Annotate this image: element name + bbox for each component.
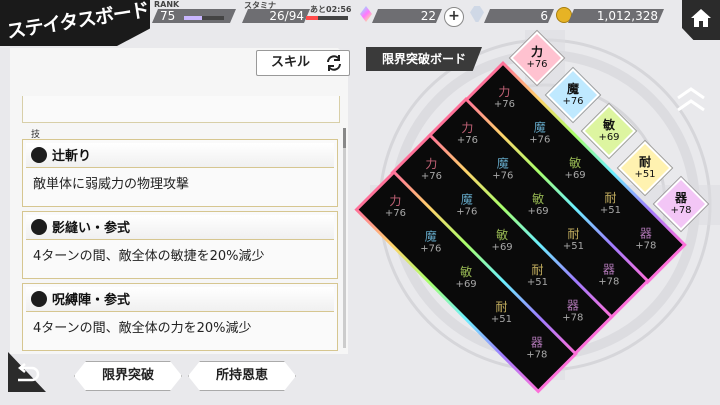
board-node-stat: 力 — [498, 85, 511, 100]
board-tile-stat: 敏 — [602, 118, 615, 132]
board-node-stat: 器 — [530, 335, 543, 350]
skill-description: 4ターンの間、敵全体の敏捷を20%減少 — [33, 249, 265, 264]
board-tile-value: +76 — [526, 59, 548, 70]
board-node-stat: 力 — [425, 157, 438, 172]
add-gems-button[interactable]: + — [444, 7, 464, 27]
board-node[interactable]: 器 +78 — [511, 324, 563, 376]
stamina-gauge — [306, 16, 348, 20]
board-tile-label: 器 +78 — [656, 191, 706, 217]
board-node-stat: 魔 — [533, 120, 546, 135]
board-node-stat: 魔 — [496, 156, 509, 171]
board-node-stat: 耐 — [567, 227, 580, 242]
board-node-stat: 敏 — [532, 191, 545, 206]
coins-value: 1,012,328 — [568, 9, 664, 23]
board-node-stat: 耐 — [531, 263, 544, 278]
board-title: 限界突破ボード — [366, 47, 482, 71]
gems-value: 22 — [372, 9, 442, 23]
board-tile-stat: 魔 — [566, 82, 579, 96]
board-node-stat: 器 — [639, 226, 652, 241]
board-node-stat: 魔 — [460, 192, 473, 207]
scrollbar-track[interactable] — [343, 128, 346, 348]
previous-card — [22, 96, 340, 123]
board-tile-stat: 器 — [674, 191, 687, 205]
board-tile-stat: 耐 — [638, 155, 651, 169]
board-node-stat: 器 — [566, 298, 579, 313]
rank-label: RANK — [154, 0, 180, 9]
home-icon — [691, 9, 711, 27]
scrollbar-thumb[interactable] — [343, 128, 346, 148]
blessings-button[interactable]: 所持恩恵 — [188, 361, 296, 391]
skill-icon — [31, 291, 47, 307]
board-node-stat: 敏 — [496, 227, 509, 242]
skill-name: 呪縛陣・参式 — [52, 293, 131, 308]
board-node-value: +78 — [526, 349, 548, 361]
skill-icon — [31, 219, 47, 235]
skill-tab-button[interactable]: スキル — [256, 50, 350, 76]
board-node-stat: 敏 — [569, 155, 582, 170]
board-node-value: +78 — [562, 312, 584, 324]
board-tile-label: 敏 +69 — [584, 118, 634, 144]
skill-tab-label: スキル — [271, 55, 311, 70]
gem-icon — [360, 6, 372, 22]
stamina-value: 26/94 — [242, 9, 310, 23]
board-node-stat: 器 — [602, 262, 615, 277]
board-tile-value: +78 — [670, 205, 692, 216]
board-tile-value: +51 — [634, 169, 656, 180]
home-button[interactable] — [682, 0, 720, 40]
skill-card[interactable]: 呪縛陣・参式 4ターンの間、敵全体の力を20%減少 — [22, 283, 338, 351]
rank-gauge — [184, 16, 224, 20]
skill-icon — [31, 147, 47, 163]
board-node-stat: 魔 — [424, 229, 437, 244]
board-node-stat: 力 — [461, 121, 474, 136]
board-tile-value: +76 — [562, 96, 584, 107]
back-button[interactable] — [8, 352, 46, 392]
board-tile-stat: 力 — [530, 45, 543, 59]
board-node-stat: 耐 — [604, 191, 617, 206]
screen-title: ステイタスボード — [0, 0, 150, 46]
skill-description: 4ターンの間、敵全体の力を20%減少 — [33, 321, 252, 336]
skill-description: 敵単体に弱威力の物理攻撃 — [33, 177, 190, 192]
skill-card[interactable]: 影縫い・参式 4ターンの間、敵全体の敏捷を20%減少 — [22, 211, 338, 279]
stamina-timer: あと02:56 — [310, 5, 352, 14]
screen-title-text: ステイタスボード — [5, 0, 151, 44]
board-node-stat: 敏 — [460, 264, 473, 279]
skill-name-row: 影縫い・参式 — [26, 215, 334, 240]
items-value: 6 — [484, 9, 554, 23]
board-tile-label: 力 +76 — [512, 45, 562, 71]
skill-card[interactable]: 辻斬り 敵単体に弱威力の物理攻撃 — [22, 139, 338, 207]
board-tile-label: 耐 +51 — [620, 155, 670, 181]
board-tile-value: +69 — [598, 132, 620, 143]
skill-name: 影縫い・参式 — [52, 221, 131, 236]
scroll-up-button[interactable] — [676, 86, 706, 114]
skill-name: 辻斬り — [52, 149, 92, 164]
limit-break-button[interactable]: 限界突破 — [74, 361, 182, 391]
board-node-stat: 力 — [389, 194, 402, 209]
swap-arrows-icon — [327, 55, 341, 71]
skill-name-row: 呪縛陣・参式 — [26, 287, 334, 312]
board-node-stat: 耐 — [495, 300, 508, 315]
status-bar: RANK 75 スタミナ あと02:56 26/94 22 + 6 1,012,… — [150, 0, 670, 28]
board-tile-label: 魔 +76 — [548, 82, 598, 108]
skill-name-row: 辻斬り — [26, 143, 334, 168]
crystal-icon — [470, 6, 484, 22]
